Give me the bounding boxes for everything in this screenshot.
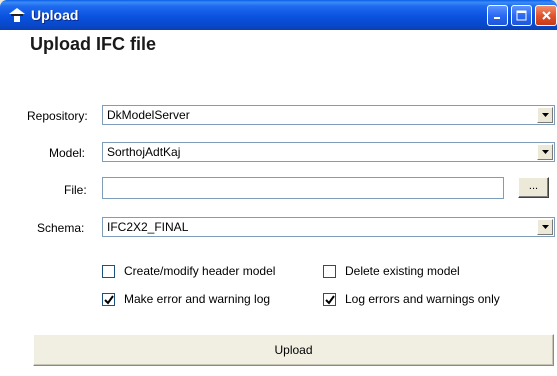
model-select[interactable]: SorthojAdtKaj [102, 142, 555, 162]
close-icon [541, 11, 551, 20]
delete-existing-option[interactable]: Delete existing model [323, 263, 460, 279]
schema-label: Schema: [37, 221, 85, 235]
repository-select[interactable]: DkModelServer [102, 105, 555, 125]
delete-existing-label: Delete existing model [345, 264, 460, 278]
log-only-label: Log errors and warnings only [345, 292, 500, 306]
log-only-option[interactable]: Log errors and warnings only [323, 291, 500, 307]
file-input[interactable] [102, 177, 504, 199]
create-header-option[interactable]: Create/modify header model [102, 263, 275, 279]
model-label: Model: [49, 146, 86, 160]
chevron-down-icon [542, 225, 549, 229]
window-title: Upload [31, 7, 79, 23]
page-title: Upload IFC file [30, 34, 156, 54]
create-header-checkbox[interactable] [102, 264, 115, 278]
ifc-house-icon [9, 8, 25, 22]
chevron-down-icon [542, 113, 549, 117]
dialog-body [0, 30, 557, 376]
schema-value: IFC2X2_FINAL [107, 220, 189, 234]
create-header-label: Create/modify header model [124, 264, 276, 278]
minimize-button[interactable] [487, 5, 508, 26]
maximize-button[interactable] [511, 5, 532, 26]
close-button[interactable] [535, 5, 557, 26]
chevron-down-icon [542, 150, 549, 154]
schema-dropdown-button[interactable] [537, 219, 553, 235]
file-label: File: [64, 183, 87, 197]
checkmark-icon [325, 294, 335, 305]
model-dropdown-button[interactable] [537, 144, 553, 160]
repository-label: Repository: [27, 109, 88, 123]
title-bar[interactable]: Upload [0, 0, 557, 30]
checkmark-icon [104, 294, 114, 305]
log-only-checkbox[interactable] [323, 292, 336, 306]
make-log-label: Make error and warning log [124, 292, 271, 306]
delete-existing-checkbox[interactable] [323, 264, 336, 278]
upload-window: Upload Upload IFC file Repository: DkMod… [0, 0, 557, 376]
repository-dropdown-button[interactable] [537, 107, 553, 123]
make-log-checkbox[interactable] [102, 292, 115, 306]
maximize-icon [516, 10, 527, 21]
schema-select[interactable]: IFC2X2_FINAL [102, 217, 555, 237]
browse-button[interactable]: ... [518, 177, 549, 198]
minimize-icon [494, 17, 500, 19]
repository-value: DkModelServer [107, 108, 190, 122]
model-value: SorthojAdtKaj [107, 145, 181, 159]
upload-button[interactable]: Upload [33, 334, 554, 366]
make-log-option[interactable]: Make error and warning log [102, 291, 270, 307]
